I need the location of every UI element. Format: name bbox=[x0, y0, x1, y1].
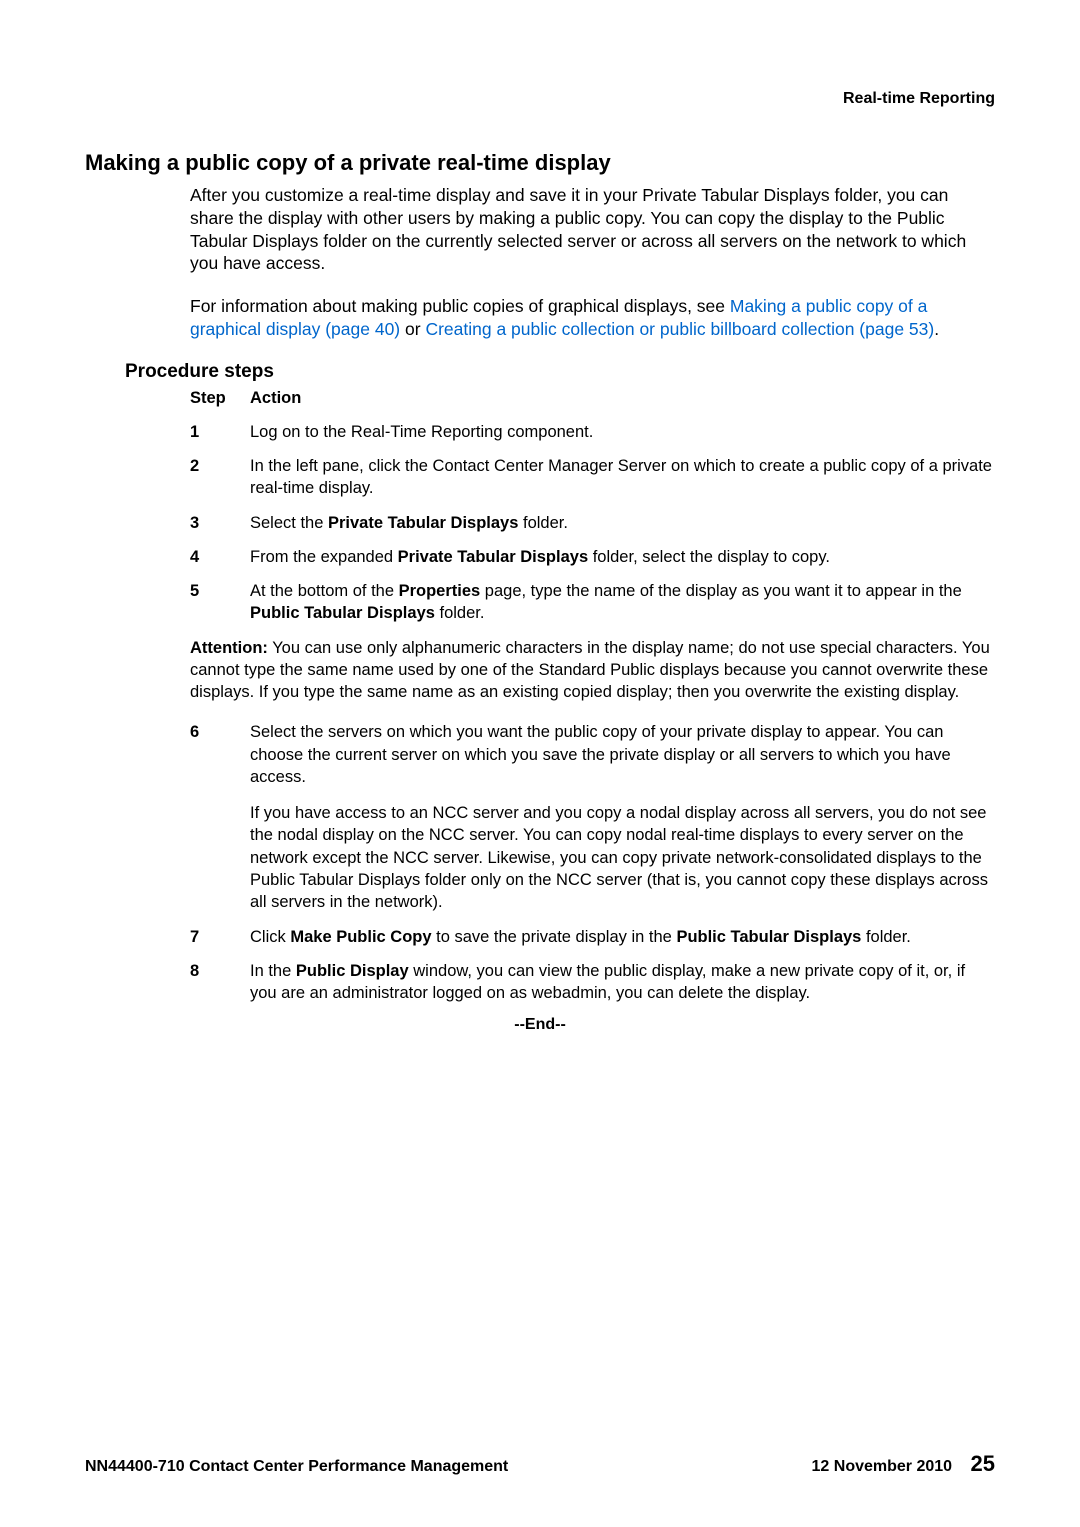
step-text: Log on to the Real-Time Reporting compon… bbox=[250, 421, 995, 443]
step-7: 7 Click Make Public Copy to save the pri… bbox=[190, 926, 995, 948]
s7-mid: to save the private display in the bbox=[432, 928, 677, 946]
step-text: Select the servers on which you want the… bbox=[250, 721, 995, 913]
s4-post: folder, select the display to copy. bbox=[588, 548, 830, 566]
footer-date: 12 November 2010 bbox=[812, 1458, 953, 1475]
step-header-row: Step Action bbox=[190, 387, 995, 409]
step-number: 5 bbox=[190, 580, 250, 625]
step-text: From the expanded Private Tabular Displa… bbox=[250, 546, 995, 568]
s6-para-b: If you have access to an NCC server and … bbox=[250, 802, 995, 913]
s5-pre: At the bottom of the bbox=[250, 582, 399, 600]
s7-b1: Make Public Copy bbox=[290, 928, 431, 946]
end-marker: --End-- bbox=[85, 1016, 995, 1034]
intro2-mid: or bbox=[400, 319, 425, 339]
link-billboard-collection[interactable]: Creating a public collection or public b… bbox=[425, 319, 934, 339]
step-5: 5 At the bottom of the Properties page, … bbox=[190, 580, 995, 625]
intro-paragraph-2: For information about making public copi… bbox=[190, 295, 995, 341]
s8-pre: In the bbox=[250, 962, 296, 980]
running-header: Real-time Reporting bbox=[85, 90, 995, 108]
step-header-action: Action bbox=[250, 387, 995, 409]
footer-right: 12 November 2010 25 bbox=[812, 1451, 995, 1477]
step-number: 7 bbox=[190, 926, 250, 948]
page-number: 25 bbox=[971, 1451, 995, 1476]
section-title: Making a public copy of a private real-t… bbox=[85, 150, 995, 176]
step-3: 3 Select the Private Tabular Displays fo… bbox=[190, 512, 995, 534]
attention-text: You can use only alphanumeric characters… bbox=[190, 639, 990, 702]
s3-post: folder. bbox=[518, 514, 568, 532]
s6-para-a: Select the servers on which you want the… bbox=[250, 721, 995, 788]
s4-bold: Private Tabular Displays bbox=[398, 548, 588, 566]
step-4: 4 From the expanded Private Tabular Disp… bbox=[190, 546, 995, 568]
intro2-post: . bbox=[934, 319, 939, 339]
step-text: In the Public Display window, you can vi… bbox=[250, 960, 995, 1005]
s8-b: Public Display bbox=[296, 962, 409, 980]
step-number: 4 bbox=[190, 546, 250, 568]
attention-label: Attention: bbox=[190, 639, 268, 657]
s5-mid: page, type the name of the display as yo… bbox=[480, 582, 962, 600]
s5-b2: Public Tabular Displays bbox=[250, 604, 435, 622]
s7-post: folder. bbox=[861, 928, 911, 946]
step-2: 2 In the left pane, click the Contact Ce… bbox=[190, 455, 995, 500]
step-number: 8 bbox=[190, 960, 250, 1005]
step-6: 6 Select the servers on which you want t… bbox=[190, 721, 995, 913]
intro-paragraph-1: After you customize a real-time display … bbox=[190, 184, 995, 275]
step-number: 3 bbox=[190, 512, 250, 534]
procedure-title: Procedure steps bbox=[125, 361, 995, 383]
s3-bold: Private Tabular Displays bbox=[328, 514, 518, 532]
attention-block: Attention: You can use only alphanumeric… bbox=[190, 637, 995, 704]
step-number: 2 bbox=[190, 455, 250, 500]
step-header-step: Step bbox=[190, 387, 250, 409]
footer-left: NN44400-710 Contact Center Performance M… bbox=[85, 1458, 508, 1476]
s4-pre: From the expanded bbox=[250, 548, 398, 566]
s3-pre: Select the bbox=[250, 514, 328, 532]
intro2-pre: For information about making public copi… bbox=[190, 296, 730, 316]
step-number: 1 bbox=[190, 421, 250, 443]
step-1: 1 Log on to the Real-Time Reporting comp… bbox=[190, 421, 995, 443]
step-text: Click Make Public Copy to save the priva… bbox=[250, 926, 995, 948]
step-text: In the left pane, click the Contact Cent… bbox=[250, 455, 995, 500]
s7-pre: Click bbox=[250, 928, 290, 946]
s5-b1: Properties bbox=[399, 582, 481, 600]
s5-post: folder. bbox=[435, 604, 485, 622]
page-footer: NN44400-710 Contact Center Performance M… bbox=[85, 1451, 995, 1477]
s7-b2: Public Tabular Displays bbox=[676, 928, 861, 946]
step-text: Select the Private Tabular Displays fold… bbox=[250, 512, 995, 534]
step-number: 6 bbox=[190, 721, 250, 913]
step-text: At the bottom of the Properties page, ty… bbox=[250, 580, 995, 625]
step-8: 8 In the Public Display window, you can … bbox=[190, 960, 995, 1005]
